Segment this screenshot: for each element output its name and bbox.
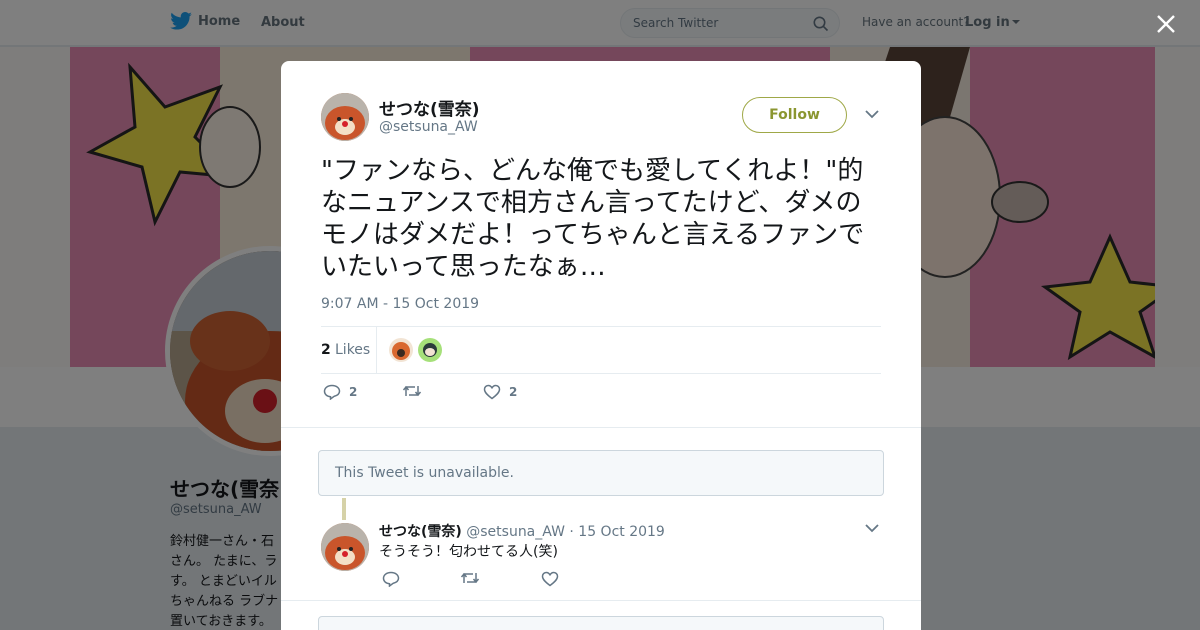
author-name[interactable]: せつな(雪奈) xyxy=(379,95,480,120)
tweet-modal: せつな(雪奈) @setsuna_AW Follow "ファンなら、どんな俺でも… xyxy=(281,61,921,630)
tweet-timestamp[interactable]: 9:07 AM - 15 Oct 2019 xyxy=(321,296,479,312)
reply-author-name[interactable]: せつな(雪奈) xyxy=(379,524,462,540)
likes-label[interactable]: Likes xyxy=(335,342,370,358)
unavailable-notice: This Tweet is unavailable. xyxy=(335,465,514,481)
heart-icon xyxy=(483,384,501,400)
reply-icon[interactable] xyxy=(382,571,400,587)
like-button[interactable]: 2 xyxy=(483,384,517,400)
retweet-icon[interactable] xyxy=(460,571,480,585)
reply-author-handle[interactable]: @setsuna_AW xyxy=(466,524,565,540)
heart-icon[interactable] xyxy=(541,571,559,587)
section-divider xyxy=(281,427,921,437)
liker-avatar[interactable] xyxy=(389,338,413,362)
reply-separator: · xyxy=(569,524,574,540)
tweet-text: "ファンなら、どんな俺でも愛してくれよ！"的なニュアンスで相方さん言ってたけど、… xyxy=(321,156,865,282)
reply-text: そうそう！匂わせてる人(笑) xyxy=(379,544,558,560)
reply-header: せつな(雪奈) @setsuna_AW · 15 Oct 2019 xyxy=(379,521,665,541)
reply-count: 2 xyxy=(349,385,358,399)
close-icon[interactable] xyxy=(1156,14,1176,34)
tweet-actions: 2 2 xyxy=(321,384,881,408)
reply-date[interactable]: 15 Oct 2019 xyxy=(578,524,665,540)
thread-connector xyxy=(342,498,346,520)
liker-avatar[interactable] xyxy=(418,338,442,362)
reply-icon xyxy=(323,384,341,400)
unavailable-tweet-card: This Tweet is unavailable. xyxy=(318,450,884,496)
like-count: 2 xyxy=(509,385,518,399)
next-tweet-card xyxy=(318,616,884,630)
chevron-down-icon[interactable] xyxy=(865,109,879,119)
author-handle[interactable]: @setsuna_AW xyxy=(379,119,478,135)
retweet-button[interactable] xyxy=(402,384,422,398)
section-divider xyxy=(281,600,921,601)
follow-button[interactable]: Follow xyxy=(742,97,847,133)
stats-divider xyxy=(376,327,377,374)
reply-actions xyxy=(379,571,679,591)
retweet-icon xyxy=(402,385,422,397)
reply-author-avatar[interactable] xyxy=(321,523,369,571)
chevron-down-icon[interactable] xyxy=(865,523,879,533)
reply-button[interactable]: 2 xyxy=(323,384,357,400)
tweet-stats: 2 Likes xyxy=(321,326,881,374)
author-avatar[interactable] xyxy=(321,93,369,141)
likes-count[interactable]: 2 xyxy=(321,342,331,358)
